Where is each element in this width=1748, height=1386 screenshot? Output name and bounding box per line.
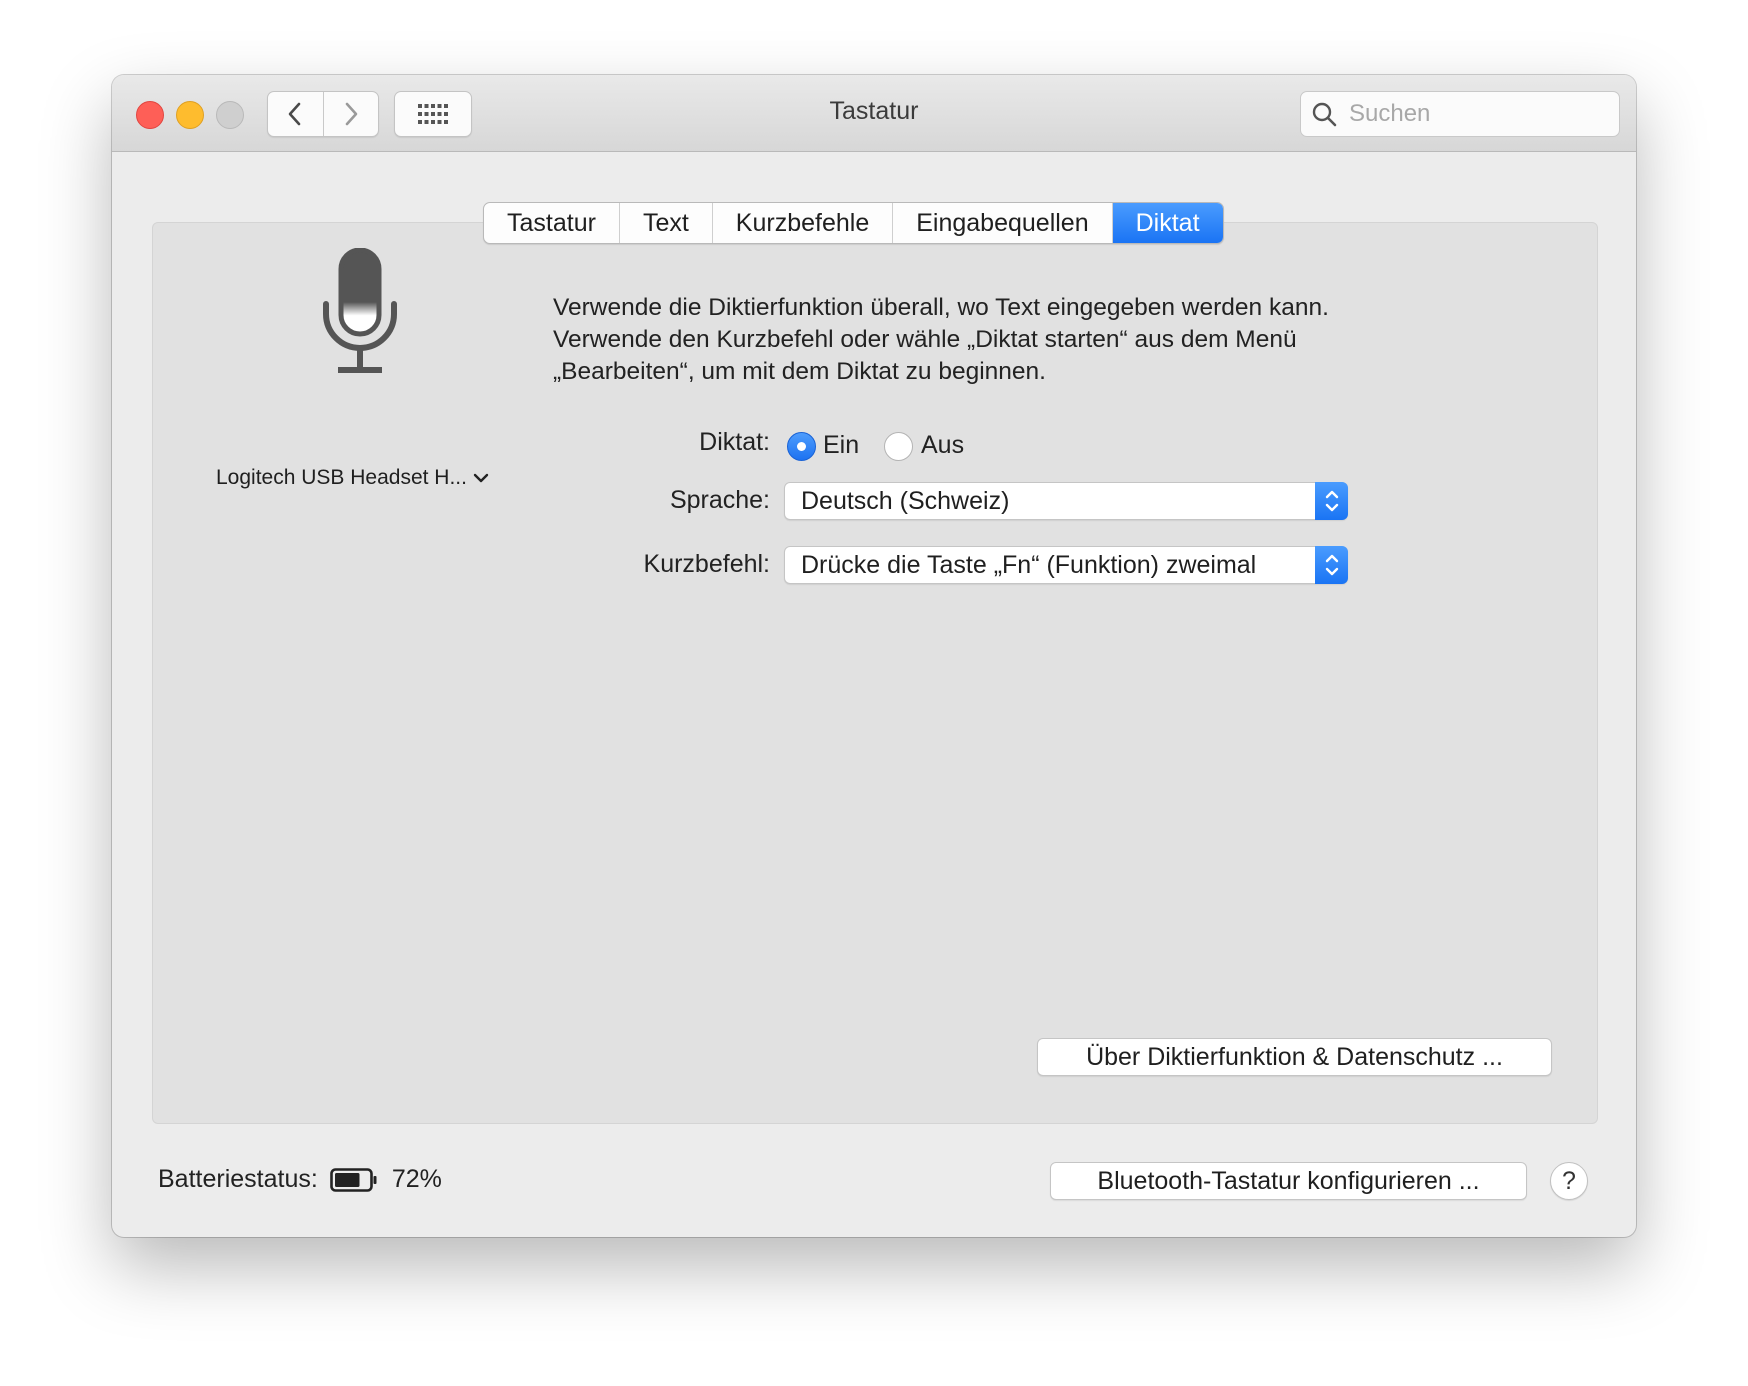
search-field[interactable] <box>1300 91 1620 137</box>
battery-status-label: Batteriestatus: <box>158 1165 318 1193</box>
description-line: Verwende den Kurzbefehl oder wähle „Dikt… <box>553 326 1297 353</box>
shortcut-popup[interactable]: Drücke die Taste „Fn“ (Funktion) zweimal <box>784 546 1348 584</box>
language-popup[interactable]: Deutsch (Schweiz) <box>784 482 1348 520</box>
tab-text[interactable]: Text <box>620 203 713 243</box>
description-line: „Bearbeiten“, um mit dem Diktat zu begin… <box>553 358 1046 385</box>
dictation-off-radio[interactable] <box>884 432 913 461</box>
help-button[interactable]: ? <box>1550 1162 1588 1200</box>
dictation-description: Verwende die Diktierfunktion überall, wo… <box>553 292 1329 388</box>
microphone-source-select[interactable]: Logitech USB Headset H... <box>216 466 489 490</box>
description-line: Verwende die Diktierfunktion überall, wo… <box>553 294 1329 321</box>
battery-icon <box>330 1167 377 1192</box>
dictation-label: Diktat: <box>699 428 770 456</box>
shortcut-value: Drücke die Taste „Fn“ (Funktion) zweimal <box>801 551 1257 579</box>
microphone-icon <box>323 247 397 373</box>
tab-diktat[interactable]: Diktat <box>1112 203 1223 243</box>
tab-eingabequellen[interactable]: Eingabequellen <box>893 203 1113 243</box>
search-icon <box>1312 102 1337 127</box>
battery-percent: 72% <box>391 1165 442 1193</box>
dictation-on-label[interactable]: Ein <box>823 431 859 460</box>
about-dictation-privacy-button[interactable]: Über Diktierfunktion & Datenschutz ... <box>1037 1038 1552 1076</box>
microphone-area <box>200 247 520 381</box>
tab-bar: Tastatur Text Kurzbefehle Eingabequellen… <box>483 202 1224 244</box>
language-value: Deutsch (Schweiz) <box>801 487 1010 515</box>
dictation-off-label[interactable]: Aus <box>921 431 964 460</box>
microphone-source-label: Logitech USB Headset H... <box>216 466 467 489</box>
dictation-on-radio[interactable] <box>787 432 816 461</box>
popup-stepper-icon <box>1315 482 1348 520</box>
title-bar: Tastatur <box>112 75 1636 152</box>
popup-stepper-icon <box>1315 546 1348 584</box>
tab-tastatur[interactable]: Tastatur <box>484 203 620 243</box>
language-label: Sprache: <box>669 486 770 514</box>
bluetooth-keyboard-setup-button[interactable]: Bluetooth-Tastatur konfigurieren ... <box>1050 1162 1527 1200</box>
battery-status: Batteriestatus: 72% <box>158 1165 442 1194</box>
search-input[interactable] <box>1347 99 1601 129</box>
shortcut-label: Kurzbefehl: <box>643 550 770 578</box>
chevron-down-icon <box>473 473 489 483</box>
tab-kurzbefehle[interactable]: Kurzbefehle <box>713 203 894 243</box>
